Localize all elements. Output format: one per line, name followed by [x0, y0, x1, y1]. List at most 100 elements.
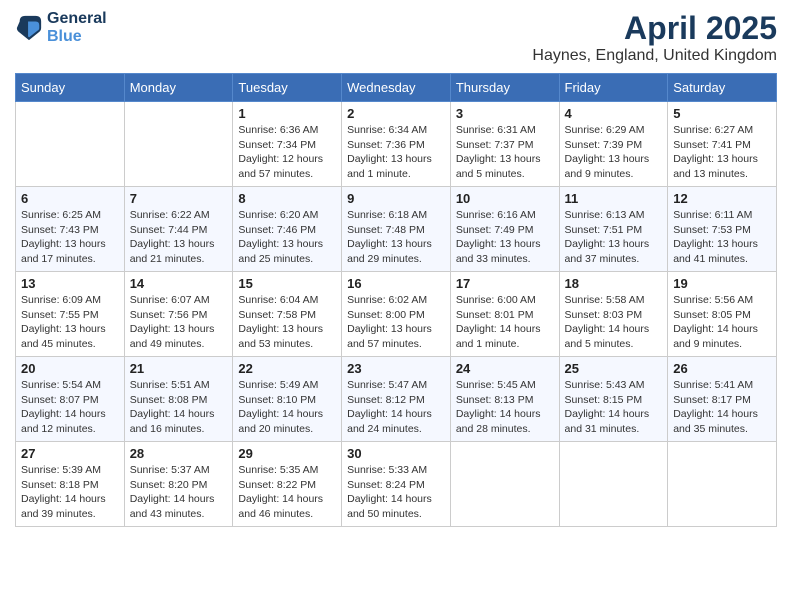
day-info: Sunrise: 6:22 AMSunset: 7:44 PMDaylight:…	[130, 208, 228, 267]
calendar-cell: 7 Sunrise: 6:22 AMSunset: 7:44 PMDayligh…	[124, 187, 233, 272]
header: General Blue April 2025 Haynes, England,…	[15, 10, 777, 65]
month-title: April 2025	[532, 10, 777, 47]
day-info: Sunrise: 5:54 AMSunset: 8:07 PMDaylight:…	[21, 378, 119, 437]
day-info: Sunrise: 5:37 AMSunset: 8:20 PMDaylight:…	[130, 463, 228, 522]
day-info: Sunrise: 6:31 AMSunset: 7:37 PMDaylight:…	[456, 123, 554, 182]
day-number: 8	[238, 191, 336, 206]
day-info: Sunrise: 6:00 AMSunset: 8:01 PMDaylight:…	[456, 293, 554, 352]
day-info: Sunrise: 6:02 AMSunset: 8:00 PMDaylight:…	[347, 293, 445, 352]
day-number: 6	[21, 191, 119, 206]
location-title: Haynes, England, United Kingdom	[532, 47, 777, 65]
calendar-week-1: 1 Sunrise: 6:36 AMSunset: 7:34 PMDayligh…	[16, 102, 777, 187]
day-number: 14	[130, 276, 228, 291]
day-info: Sunrise: 6:13 AMSunset: 7:51 PMDaylight:…	[565, 208, 663, 267]
calendar-cell	[450, 442, 559, 527]
day-number: 30	[347, 446, 445, 461]
day-info: Sunrise: 5:35 AMSunset: 8:22 PMDaylight:…	[238, 463, 336, 522]
calendar-cell: 14 Sunrise: 6:07 AMSunset: 7:56 PMDaylig…	[124, 272, 233, 357]
day-number: 28	[130, 446, 228, 461]
calendar-cell: 11 Sunrise: 6:13 AMSunset: 7:51 PMDaylig…	[559, 187, 668, 272]
day-number: 26	[673, 361, 771, 376]
day-info: Sunrise: 6:36 AMSunset: 7:34 PMDaylight:…	[238, 123, 336, 182]
day-number: 2	[347, 106, 445, 121]
calendar-cell: 21 Sunrise: 5:51 AMSunset: 8:08 PMDaylig…	[124, 357, 233, 442]
day-number: 4	[565, 106, 663, 121]
day-number: 25	[565, 361, 663, 376]
day-info: Sunrise: 6:09 AMSunset: 7:55 PMDaylight:…	[21, 293, 119, 352]
day-info: Sunrise: 5:49 AMSunset: 8:10 PMDaylight:…	[238, 378, 336, 437]
calendar-cell: 16 Sunrise: 6:02 AMSunset: 8:00 PMDaylig…	[342, 272, 451, 357]
calendar-cell: 10 Sunrise: 6:16 AMSunset: 7:49 PMDaylig…	[450, 187, 559, 272]
day-info: Sunrise: 6:27 AMSunset: 7:41 PMDaylight:…	[673, 123, 771, 182]
day-number: 17	[456, 276, 554, 291]
calendar-header-friday: Friday	[559, 74, 668, 102]
calendar-cell: 29 Sunrise: 5:35 AMSunset: 8:22 PMDaylig…	[233, 442, 342, 527]
calendar-header-monday: Monday	[124, 74, 233, 102]
day-info: Sunrise: 6:04 AMSunset: 7:58 PMDaylight:…	[238, 293, 336, 352]
calendar-cell: 13 Sunrise: 6:09 AMSunset: 7:55 PMDaylig…	[16, 272, 125, 357]
calendar-week-3: 13 Sunrise: 6:09 AMSunset: 7:55 PMDaylig…	[16, 272, 777, 357]
day-info: Sunrise: 5:51 AMSunset: 8:08 PMDaylight:…	[130, 378, 228, 437]
calendar-cell: 25 Sunrise: 5:43 AMSunset: 8:15 PMDaylig…	[559, 357, 668, 442]
day-number: 16	[347, 276, 445, 291]
calendar-header-thursday: Thursday	[450, 74, 559, 102]
calendar-header-saturday: Saturday	[668, 74, 777, 102]
calendar-cell: 28 Sunrise: 5:37 AMSunset: 8:20 PMDaylig…	[124, 442, 233, 527]
day-number: 20	[21, 361, 119, 376]
day-number: 19	[673, 276, 771, 291]
logo-line2: Blue	[47, 28, 107, 46]
calendar-cell: 24 Sunrise: 5:45 AMSunset: 8:13 PMDaylig…	[450, 357, 559, 442]
calendar-cell: 18 Sunrise: 5:58 AMSunset: 8:03 PMDaylig…	[559, 272, 668, 357]
calendar-cell: 4 Sunrise: 6:29 AMSunset: 7:39 PMDayligh…	[559, 102, 668, 187]
day-info: Sunrise: 6:07 AMSunset: 7:56 PMDaylight:…	[130, 293, 228, 352]
calendar-cell: 19 Sunrise: 5:56 AMSunset: 8:05 PMDaylig…	[668, 272, 777, 357]
calendar-cell: 15 Sunrise: 6:04 AMSunset: 7:58 PMDaylig…	[233, 272, 342, 357]
calendar-cell	[559, 442, 668, 527]
day-number: 21	[130, 361, 228, 376]
calendar-cell: 12 Sunrise: 6:11 AMSunset: 7:53 PMDaylig…	[668, 187, 777, 272]
day-info: Sunrise: 6:18 AMSunset: 7:48 PMDaylight:…	[347, 208, 445, 267]
day-number: 22	[238, 361, 336, 376]
day-number: 18	[565, 276, 663, 291]
calendar-cell	[668, 442, 777, 527]
calendar-cell: 6 Sunrise: 6:25 AMSunset: 7:43 PMDayligh…	[16, 187, 125, 272]
calendar-cell	[16, 102, 125, 187]
title-area: April 2025 Haynes, England, United Kingd…	[532, 10, 777, 65]
calendar-cell	[124, 102, 233, 187]
calendar-cell: 8 Sunrise: 6:20 AMSunset: 7:46 PMDayligh…	[233, 187, 342, 272]
calendar-cell: 5 Sunrise: 6:27 AMSunset: 7:41 PMDayligh…	[668, 102, 777, 187]
day-number: 12	[673, 191, 771, 206]
calendar-cell: 26 Sunrise: 5:41 AMSunset: 8:17 PMDaylig…	[668, 357, 777, 442]
calendar-header-tuesday: Tuesday	[233, 74, 342, 102]
day-info: Sunrise: 6:16 AMSunset: 7:49 PMDaylight:…	[456, 208, 554, 267]
logo: General Blue	[15, 10, 107, 45]
day-number: 5	[673, 106, 771, 121]
calendar: SundayMondayTuesdayWednesdayThursdayFrid…	[15, 73, 777, 527]
calendar-cell: 2 Sunrise: 6:34 AMSunset: 7:36 PMDayligh…	[342, 102, 451, 187]
calendar-cell: 20 Sunrise: 5:54 AMSunset: 8:07 PMDaylig…	[16, 357, 125, 442]
calendar-header-sunday: Sunday	[16, 74, 125, 102]
calendar-cell: 17 Sunrise: 6:00 AMSunset: 8:01 PMDaylig…	[450, 272, 559, 357]
day-info: Sunrise: 6:25 AMSunset: 7:43 PMDaylight:…	[21, 208, 119, 267]
day-number: 15	[238, 276, 336, 291]
calendar-header-row: SundayMondayTuesdayWednesdayThursdayFrid…	[16, 74, 777, 102]
day-number: 1	[238, 106, 336, 121]
calendar-week-4: 20 Sunrise: 5:54 AMSunset: 8:07 PMDaylig…	[16, 357, 777, 442]
day-info: Sunrise: 5:56 AMSunset: 8:05 PMDaylight:…	[673, 293, 771, 352]
day-number: 27	[21, 446, 119, 461]
logo-icon	[15, 14, 43, 42]
calendar-week-5: 27 Sunrise: 5:39 AMSunset: 8:18 PMDaylig…	[16, 442, 777, 527]
calendar-cell: 30 Sunrise: 5:33 AMSunset: 8:24 PMDaylig…	[342, 442, 451, 527]
day-info: Sunrise: 5:39 AMSunset: 8:18 PMDaylight:…	[21, 463, 119, 522]
day-info: Sunrise: 6:29 AMSunset: 7:39 PMDaylight:…	[565, 123, 663, 182]
day-info: Sunrise: 5:45 AMSunset: 8:13 PMDaylight:…	[456, 378, 554, 437]
calendar-week-2: 6 Sunrise: 6:25 AMSunset: 7:43 PMDayligh…	[16, 187, 777, 272]
calendar-cell: 23 Sunrise: 5:47 AMSunset: 8:12 PMDaylig…	[342, 357, 451, 442]
day-number: 7	[130, 191, 228, 206]
day-info: Sunrise: 6:11 AMSunset: 7:53 PMDaylight:…	[673, 208, 771, 267]
day-number: 23	[347, 361, 445, 376]
day-number: 13	[21, 276, 119, 291]
day-info: Sunrise: 5:43 AMSunset: 8:15 PMDaylight:…	[565, 378, 663, 437]
day-number: 24	[456, 361, 554, 376]
day-number: 3	[456, 106, 554, 121]
